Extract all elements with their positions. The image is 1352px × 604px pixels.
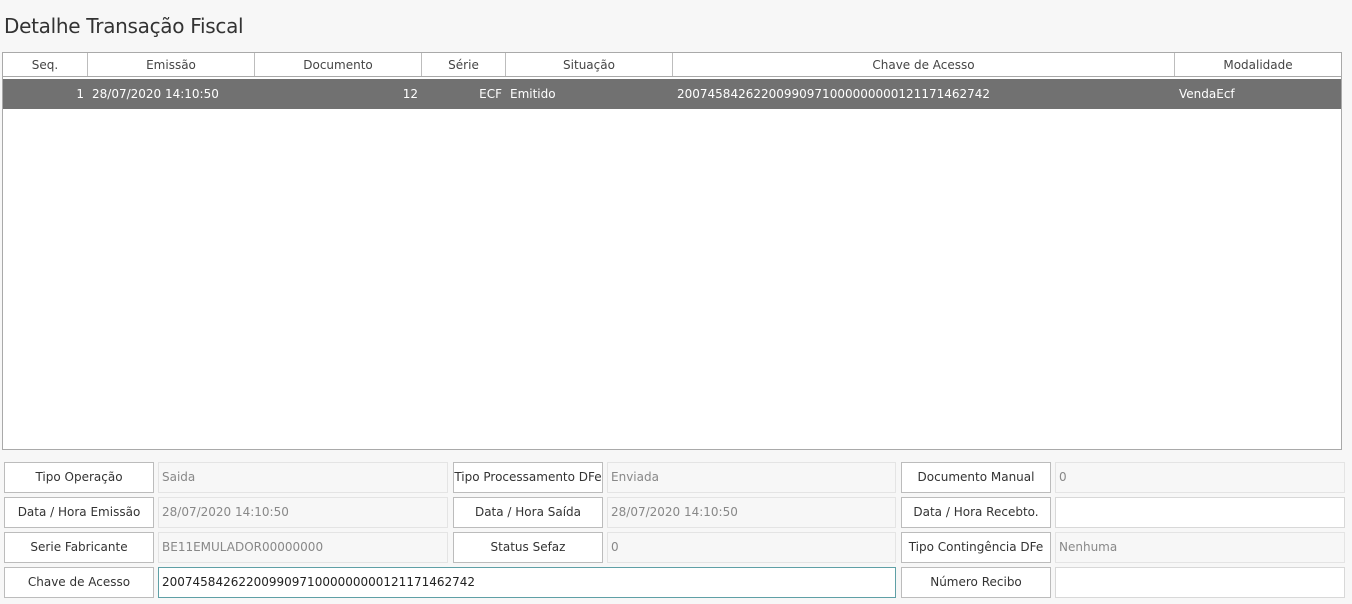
data-hora-saida-label: Data / Hora Saída xyxy=(453,497,603,528)
documento-manual-label: Documento Manual xyxy=(901,462,1051,493)
page-title: Detalhe Transação Fiscal xyxy=(4,14,244,38)
cell-serie: ECF xyxy=(479,87,502,101)
tipo-operacao-label: Tipo Operação xyxy=(4,462,154,493)
cell-situacao: Emitido xyxy=(510,87,556,101)
cell-chave: 2007458426220099097100000000012117146274… xyxy=(677,87,991,101)
column-header-emissao[interactable]: Emissão xyxy=(88,53,255,76)
column-header-modalidade[interactable]: Modalidade xyxy=(1175,53,1341,76)
status-sefaz-field: 0 xyxy=(607,532,896,563)
data-hora-recebto-label: Data / Hora Recebto. xyxy=(901,497,1051,528)
data-hora-recebto-field xyxy=(1055,497,1345,528)
status-sefaz-label: Status Sefaz xyxy=(453,532,603,563)
numero-recibo-field xyxy=(1055,567,1345,598)
column-header-chave[interactable]: Chave de Acesso xyxy=(673,53,1175,76)
cell-documento: 12 xyxy=(402,87,418,101)
column-header-serie[interactable]: Série xyxy=(422,53,506,76)
cell-seq: 1 xyxy=(76,87,84,101)
tipo-processamento-label: Tipo Processamento DFe xyxy=(453,462,603,493)
tipo-contingencia-field: Nenhuma xyxy=(1055,532,1345,563)
documento-manual-field: 0 xyxy=(1055,462,1345,493)
tipo-processamento-field: Enviada xyxy=(607,462,896,493)
tipo-operacao-field: Saida xyxy=(158,462,448,493)
cell-modalidade: VendaEcf xyxy=(1179,87,1235,101)
chave-acesso-label: Chave de Acesso xyxy=(4,567,154,598)
data-hora-saida-field: 28/07/2020 14:10:50 xyxy=(607,497,896,528)
chave-acesso-field[interactable]: 2007458426220099097100000000012117146274… xyxy=(158,567,896,598)
column-header-seq[interactable]: Seq. xyxy=(3,53,88,76)
serie-fabricante-field: BE11EMULADOR00000000 xyxy=(158,532,448,563)
tipo-contingencia-label: Tipo Contingência DFe xyxy=(901,532,1051,563)
column-header-situacao[interactable]: Situação xyxy=(506,53,673,76)
serie-fabricante-label: Serie Fabricante xyxy=(4,532,154,563)
data-hora-emissao-field: 28/07/2020 14:10:50 xyxy=(158,497,448,528)
column-header-documento[interactable]: Documento xyxy=(255,53,422,76)
numero-recibo-label: Número Recibo xyxy=(901,567,1051,598)
transactions-grid: Seq. Emissão Documento Série Situação Ch… xyxy=(2,52,1342,450)
data-hora-emissao-label: Data / Hora Emissão xyxy=(4,497,154,528)
grid-header: Seq. Emissão Documento Série Situação Ch… xyxy=(3,53,1341,77)
table-row[interactable]: 1 28/07/2020 14:10:50 12 ECF Emitido 200… xyxy=(3,79,1341,109)
cell-emissao: 28/07/2020 14:10:50 xyxy=(92,87,219,101)
